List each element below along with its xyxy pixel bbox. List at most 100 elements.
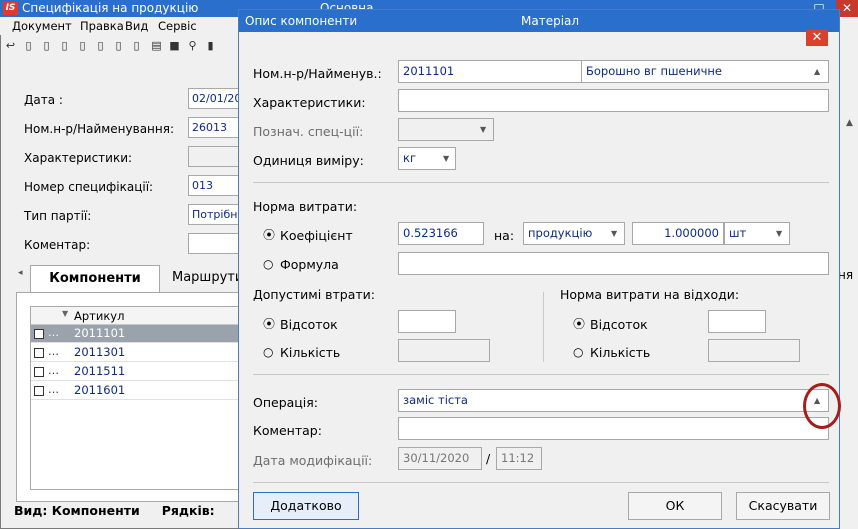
mod-date-field: 30/11/2020	[398, 447, 482, 470]
waste-qty-radio[interactable]: ○	[573, 346, 585, 358]
waste-percent-radio[interactable]: ⦿	[573, 318, 585, 330]
more-button[interactable]: Додатково	[253, 492, 359, 520]
mod-time-field: 11:12	[496, 447, 542, 470]
operation-label: Операція:	[253, 395, 319, 410]
status-view: Вид: Компоненти	[14, 503, 140, 518]
row-ellipsis-icon[interactable]: …	[48, 326, 66, 339]
loss-percent-label: Відсоток	[280, 317, 338, 332]
toolbar-doc5-icon[interactable]: ▯	[94, 39, 107, 52]
nom-code-field[interactable]: 2011101	[398, 60, 582, 83]
coef-field[interactable]: 0.523166	[398, 222, 484, 245]
highlight-circle	[803, 383, 841, 429]
row-ellipsis-icon[interactable]: …	[48, 364, 66, 377]
on-select[interactable]: продукцію	[523, 222, 625, 245]
loss-percent-field[interactable]	[398, 310, 456, 333]
vertical-separator	[543, 292, 544, 362]
date-field[interactable]: 02/01/20	[188, 88, 240, 109]
dialog-char-field[interactable]	[398, 89, 829, 112]
menu-edit[interactable]: Правка	[80, 19, 124, 33]
toolbar-doc3-icon[interactable]: ▯	[58, 39, 71, 52]
waste-qty-label: Кількість	[590, 345, 651, 360]
menu-view[interactable]: Вид	[125, 19, 148, 33]
dialog-comment-field[interactable]	[398, 417, 829, 440]
char-label: Характеристики:	[24, 151, 133, 165]
dialog-unit-label: Одиниця виміру:	[253, 153, 364, 168]
dialog-close-icon[interactable]: ✕	[806, 30, 828, 46]
date-time-separator: /	[486, 451, 491, 466]
formula-field[interactable]	[398, 252, 829, 275]
coef-label: Коефіцієнт	[280, 228, 353, 243]
operation-field[interactable]: заміс тіста	[398, 389, 829, 412]
party-label: Тип партії:	[24, 209, 92, 223]
cancel-button[interactable]: Скасувати	[736, 492, 830, 520]
status-bar: Вид: Компоненти Рядків:	[14, 500, 240, 528]
dialog-nom-label: Ном.н-р/Найменув.:	[253, 66, 382, 81]
specnum-label: Номер специфікації:	[24, 180, 154, 194]
stop-icon[interactable]: ■	[168, 39, 181, 52]
toolbar-back-icon[interactable]: ↩	[4, 39, 17, 52]
sort-icon[interactable]: ▼	[62, 309, 68, 318]
row-ellipsis-icon[interactable]: …	[48, 345, 66, 358]
formula-label: Формула	[280, 257, 339, 272]
search-icon[interactable]: ⚲	[186, 39, 199, 52]
main-window-title: Специфікація на продукцію	[22, 1, 199, 15]
row-ellipsis-icon[interactable]: …	[48, 383, 66, 396]
loss-qty-radio[interactable]: ○	[263, 346, 275, 358]
menu-service[interactable]: Сервіс	[158, 19, 197, 33]
toolbar-doc4-icon[interactable]: ▯	[76, 39, 89, 52]
status-rows: Рядків:	[161, 503, 215, 518]
toolbar-extra-icon[interactable]: ▮	[204, 39, 217, 52]
waste-label: Норма витрати на відходи:	[560, 287, 740, 302]
spec-dropdown-icon[interactable]: ▼	[480, 125, 486, 134]
row-article: 2011301	[74, 345, 126, 359]
separator	[253, 182, 829, 183]
nom-dropdown-icon[interactable]: ▲	[814, 67, 820, 76]
toolbar-doc6-icon[interactable]: ▯	[112, 39, 125, 52]
right-tab-fragment: ня	[838, 268, 854, 282]
comment-field[interactable]	[188, 233, 240, 254]
specnum-field[interactable]: 013	[188, 175, 240, 196]
toolbar-doc2-icon[interactable]: ▯	[40, 39, 53, 52]
formula-radio[interactable]: ○	[263, 258, 275, 270]
row-checkbox[interactable]	[34, 367, 44, 377]
print-icon[interactable]: ▤	[150, 39, 163, 52]
qty-unit-dropdown-icon[interactable]: ▼	[776, 229, 782, 238]
menu-document[interactable]: Документ	[12, 19, 72, 33]
row-checkbox[interactable]	[34, 348, 44, 358]
separator	[253, 374, 829, 375]
row-checkbox[interactable]	[34, 386, 44, 396]
comment-label: Коментар:	[24, 238, 91, 252]
row-checkbox[interactable]	[34, 329, 44, 339]
on-dropdown-icon[interactable]: ▼	[611, 229, 617, 238]
dialog-comment-label: Коментар:	[253, 423, 322, 438]
coef-radio[interactable]: ⦿	[263, 229, 275, 241]
toolbar-doc1-icon[interactable]: ▯	[22, 39, 35, 52]
char-field[interactable]	[188, 146, 240, 167]
toolbar-doc7-icon[interactable]: ▯	[130, 39, 143, 52]
nom-label: Ном.н-р/Найменування:	[24, 122, 175, 136]
losses-label: Допустимі втрати:	[253, 287, 375, 302]
tab-routes[interactable]: Маршрути	[172, 265, 243, 291]
unit-dropdown-icon[interactable]: ▼	[443, 154, 449, 163]
waste-percent-label: Відсоток	[590, 317, 648, 332]
dialog-spec-label: Познач. спец-ції:	[253, 124, 364, 139]
row-article: 2011511	[74, 364, 126, 378]
grid-header-article[interactable]: Артикул	[74, 309, 124, 323]
tab-scroll-left-icon[interactable]: ◂	[18, 268, 23, 278]
dialog-subtitle: Матеріал	[521, 14, 580, 28]
separator	[253, 482, 829, 483]
waste-percent-field[interactable]	[708, 310, 766, 333]
loss-qty-field[interactable]	[398, 339, 490, 362]
on-label: на:	[494, 228, 515, 243]
right-up-arrow-icon[interactable]: ▲	[846, 118, 853, 128]
loss-percent-radio[interactable]: ⦿	[263, 318, 275, 330]
dialog-title: Опис компоненти	[245, 14, 358, 28]
date-label: Дата :	[24, 93, 63, 107]
tab-components[interactable]: Компоненти	[30, 265, 160, 293]
party-field[interactable]: Потрібна	[188, 204, 240, 225]
waste-qty-field[interactable]	[708, 339, 800, 362]
ok-button[interactable]: ОК	[628, 492, 722, 520]
nom-name-field[interactable]: Борошно вг пшеничне	[581, 60, 829, 83]
nom-field[interactable]: 26013	[188, 117, 240, 138]
qty-field[interactable]: 1.000000	[632, 222, 724, 245]
